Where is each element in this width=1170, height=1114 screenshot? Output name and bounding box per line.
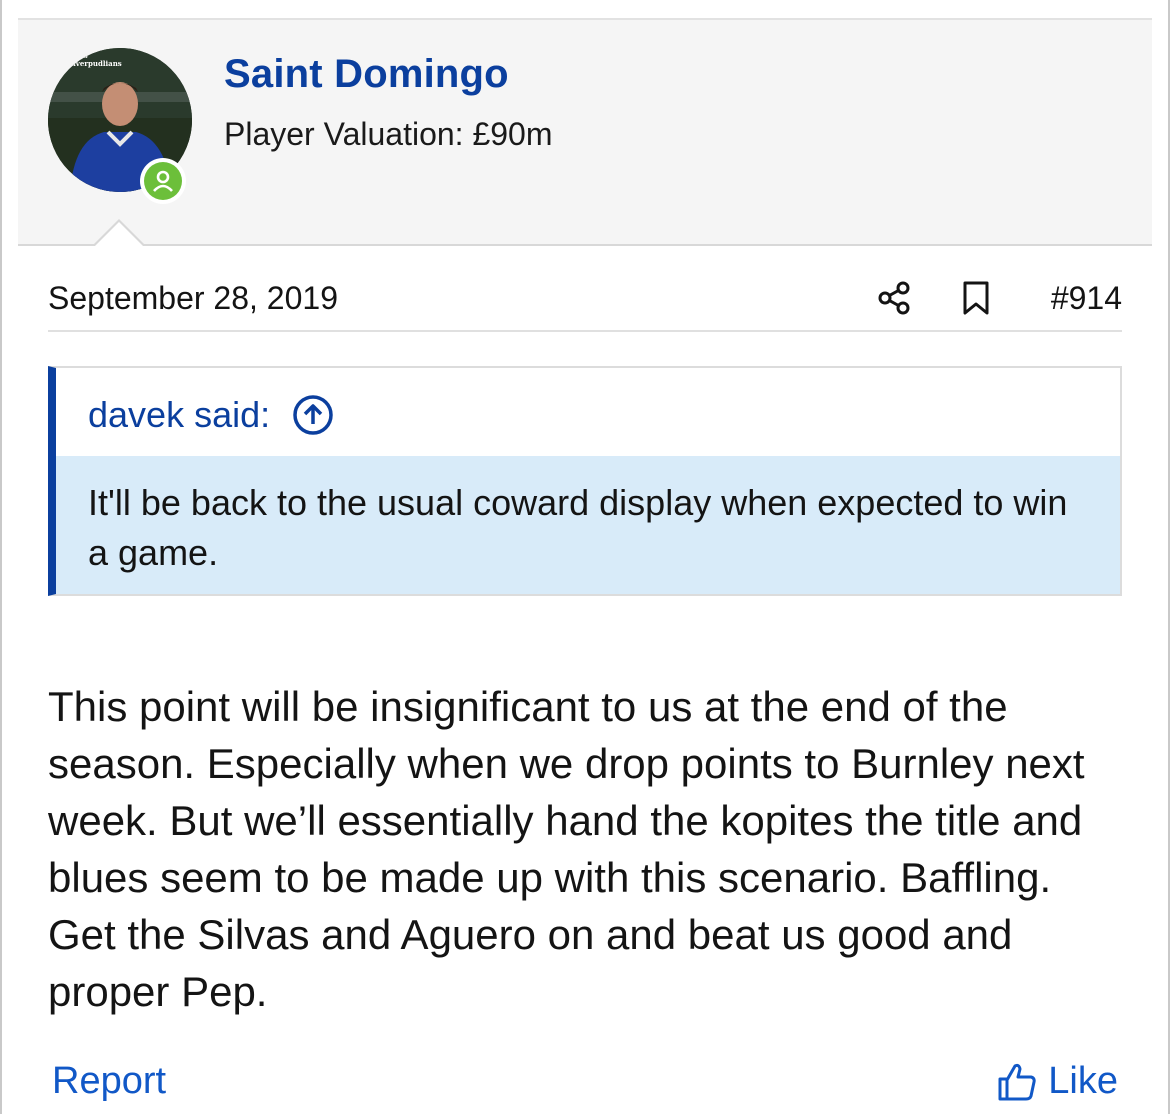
header-pointer-inner: [94, 222, 144, 247]
like-label[interactable]: Like: [1048, 1060, 1118, 1103]
quote-author-link[interactable]: davek said:: [88, 394, 334, 436]
post-number-link[interactable]: #914: [1051, 280, 1122, 317]
share-icon[interactable]: [876, 280, 912, 316]
thumbs-up-icon: [998, 1063, 1036, 1100]
message-text: This point will be insignificant to us a…: [48, 683, 1085, 1015]
report-link[interactable]: Report: [52, 1060, 166, 1103]
quote-text: It'll be back to the usual coward displa…: [56, 456, 1120, 594]
quote-block: davek said: It'll be back to the usual c…: [48, 366, 1122, 596]
bookmark-icon[interactable]: [960, 280, 992, 316]
like-button[interactable]: Like: [996, 1060, 1118, 1103]
user-title: Player Valuation: £90m: [224, 116, 553, 152]
username-link[interactable]: Saint Domingo: [224, 52, 509, 97]
arrow-up-circle-icon[interactable]: [292, 394, 334, 436]
quote-author-label[interactable]: davek said:: [88, 394, 270, 436]
online-status-icon: [140, 158, 186, 204]
post-date[interactable]: September 28, 2019: [48, 280, 338, 317]
post-meta-bar: September 28, 2019 #914: [48, 276, 1122, 332]
